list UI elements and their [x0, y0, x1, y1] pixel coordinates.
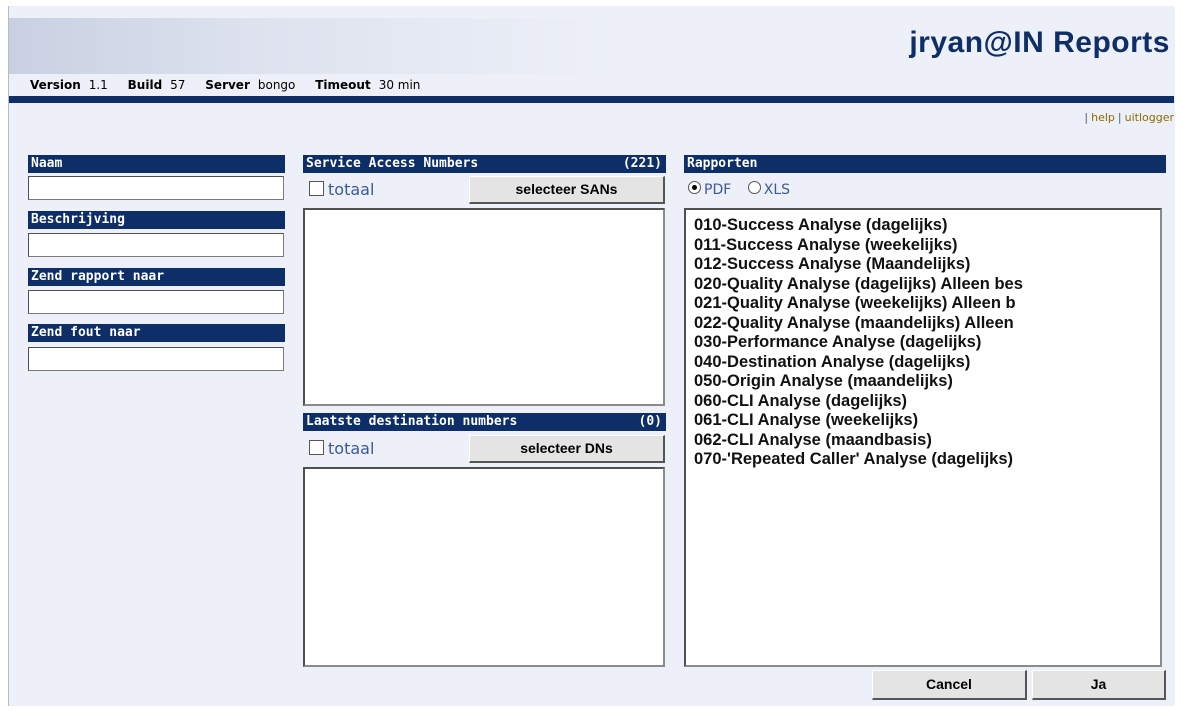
name-header: Naam	[28, 155, 285, 173]
header-divider	[9, 96, 1174, 103]
report-item[interactable]: 022-Quality Analyse (maandelijks) Alleen	[694, 314, 1160, 334]
build-value: 57	[170, 78, 186, 92]
cancel-button[interactable]: Cancel	[872, 670, 1027, 700]
report-item[interactable]: 020-Quality Analyse (dagelijks) Alleen b…	[694, 275, 1160, 295]
help-link[interactable]: help	[1091, 111, 1115, 124]
san-header: Service Access Numbers (221)	[303, 155, 666, 173]
name-input[interactable]	[28, 176, 284, 200]
xls-label: XLS	[763, 182, 791, 198]
report-item[interactable]: 050-Origin Analyse (maandelijks)	[694, 372, 1160, 392]
pdf-radio[interactable]	[688, 181, 701, 194]
send-error-input[interactable]	[28, 347, 284, 371]
top-links: | help | uitlogger	[1084, 111, 1174, 124]
report-item[interactable]: 070-'Repeated Caller' Analyse (dagelijks…	[694, 450, 1160, 470]
report-item[interactable]: 061-CLI Analyse (weekelijks)	[694, 411, 1160, 431]
report-item[interactable]: 011-Success Analyse (weekelijks)	[694, 236, 1160, 256]
send-error-header: Zend fout naar	[28, 324, 285, 342]
report-item[interactable]: 021-Quality Analyse (weekelijks) Alleen …	[694, 294, 1160, 314]
dn-total-label: totaal	[328, 439, 375, 458]
dn-list[interactable]	[303, 467, 665, 667]
send-report-input[interactable]	[28, 290, 284, 314]
banner-gradient	[9, 18, 609, 74]
build-label: Build	[127, 78, 163, 92]
dn-header: Laatste destination numbers (0)	[303, 413, 666, 431]
logout-link[interactable]: uitlogger	[1125, 111, 1174, 124]
timeout-value: 30 min	[378, 78, 421, 92]
san-total-checkbox[interactable]: totaal	[309, 180, 374, 199]
report-item[interactable]: 060-CLI Analyse (dagelijks)	[694, 392, 1160, 412]
xls-radio[interactable]	[747, 181, 761, 194]
description-header: Beschrijving	[28, 211, 285, 229]
checkbox-icon	[309, 181, 324, 196]
san-header-label: Service Access Numbers	[306, 156, 479, 171]
report-item[interactable]: 012-Success Analyse (Maandelijks)	[694, 255, 1160, 275]
timeout-label: Timeout	[315, 78, 371, 92]
dn-count: (0)	[638, 414, 662, 429]
report-item[interactable]: 062-CLI Analyse (maandbasis)	[694, 431, 1160, 451]
send-report-header: Zend rapport naar	[28, 268, 285, 286]
format-radio-group: PDF XLS	[688, 181, 802, 198]
description-input[interactable]	[28, 233, 284, 257]
version-info-bar: Version 1.1 Build 57 Server bongo Timeout 30…	[30, 78, 436, 92]
server-label: Server	[205, 78, 250, 92]
san-list[interactable]	[303, 208, 665, 406]
version-value: 1.1	[88, 78, 108, 92]
san-count: (221)	[622, 156, 662, 171]
checkbox-icon	[309, 440, 324, 455]
select-dns-button[interactable]: selecteer DNs	[469, 435, 665, 463]
dn-header-label: Laatste destination numbers	[306, 414, 518, 429]
pdf-label: PDF	[704, 182, 732, 198]
reports-header: Rapporten	[684, 155, 1166, 173]
reports-list-items: 010-Success Analyse (dagelijks) 011-Succe…	[686, 210, 1160, 470]
ok-button[interactable]: Ja	[1032, 670, 1166, 700]
reports-list[interactable]: 010-Success Analyse (dagelijks) 011-Succe…	[684, 208, 1162, 667]
app-title: jryan@IN Reports	[909, 26, 1170, 59]
report-item[interactable]: 030-Performance Analyse (dagelijks)	[694, 333, 1160, 353]
san-total-label: totaal	[328, 180, 375, 199]
server-value: bongo	[257, 78, 296, 92]
report-item[interactable]: 010-Success Analyse (dagelijks)	[694, 216, 1160, 236]
version-label: Version	[30, 78, 81, 92]
report-item[interactable]: 040-Destination Analyse (dagelijks)	[694, 353, 1160, 373]
select-sans-button[interactable]: selecteer SANs	[469, 176, 665, 204]
dn-total-checkbox[interactable]: totaal	[309, 439, 374, 458]
